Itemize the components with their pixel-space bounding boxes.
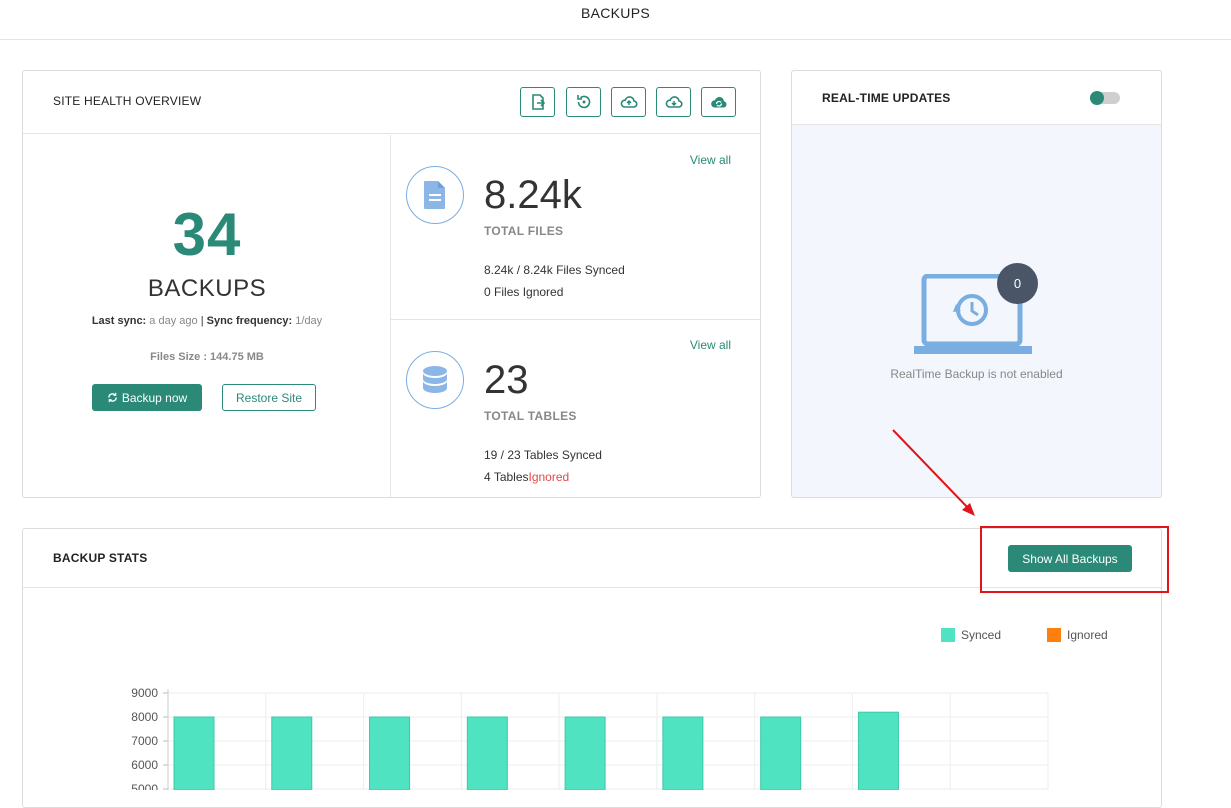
bar-synced [369,716,411,790]
bar-synced [271,716,313,790]
y-tick-label: 9000 [131,686,158,700]
bar-synced [857,711,899,790]
bar-synced [760,716,802,790]
y-tick-label: 8000 [131,710,158,724]
bar-synced [564,716,606,790]
y-tick-label: 5000 [131,782,158,790]
y-tick-label: 7000 [131,734,158,748]
bar-synced [662,716,704,790]
bar-synced [466,716,508,790]
annotation-highlight-box [980,526,1169,593]
backup-stats-chart: 9000 8000 7000 6000 5000 [131,686,1049,790]
bar-synced [173,716,215,790]
y-tick-label: 6000 [131,758,158,772]
